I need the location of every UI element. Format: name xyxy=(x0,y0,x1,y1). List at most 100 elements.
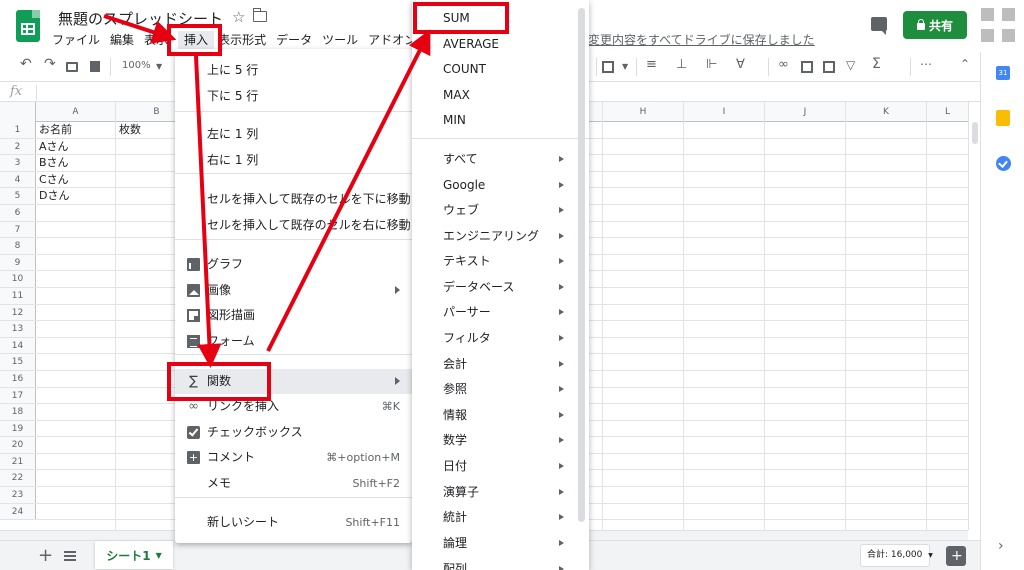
vertical-scroll-thumb[interactable] xyxy=(972,122,978,144)
function-menu-item[interactable]: フィルタ xyxy=(412,326,589,351)
function-menu-item[interactable]: Google xyxy=(412,173,589,198)
explore-button[interactable] xyxy=(946,546,966,566)
comment-history-icon[interactable] xyxy=(871,17,887,35)
undo-icon[interactable]: ↶ xyxy=(20,56,32,72)
expand-panel-chevron-right-icon[interactable]: › xyxy=(998,538,1004,554)
functions-sigma-icon[interactable]: Σ xyxy=(872,56,881,72)
vertical-align-icon[interactable]: ⊥ xyxy=(676,57,687,72)
add-sheet-icon[interactable]: + xyxy=(38,545,53,566)
menu-data[interactable]: データ xyxy=(276,31,312,49)
menu-view[interactable]: 表示 xyxy=(144,31,168,49)
cell-a1[interactable]: お名前 xyxy=(36,122,72,138)
function-menu-item[interactable]: COUNT xyxy=(412,57,589,82)
row-header[interactable]: 10 xyxy=(0,271,36,287)
share-button[interactable]: 共有 xyxy=(903,11,967,39)
column-header[interactable]: J xyxy=(765,102,846,122)
menu-edit[interactable]: 編集 xyxy=(110,31,134,49)
row-header[interactable]: 18 xyxy=(0,404,36,420)
column-header[interactable]: I xyxy=(684,102,765,122)
text-wrap-icon[interactable]: ⊩ xyxy=(706,57,717,72)
calendar-icon[interactable]: 31 xyxy=(996,66,1010,80)
function-menu-item[interactable]: 会計 xyxy=(412,352,589,377)
function-menu-item[interactable]: MIN xyxy=(412,108,589,133)
menu-tools[interactable]: ツール xyxy=(322,31,358,49)
save-status-link[interactable]: 変更内容をすべてドライブに保存しました xyxy=(588,31,815,48)
tasks-icon[interactable] xyxy=(996,156,1011,171)
row-header[interactable]: 9 xyxy=(0,254,36,271)
cell-b1[interactable]: 枚数 xyxy=(116,122,141,138)
redo-icon[interactable]: ↷ xyxy=(44,56,56,72)
paint-format-icon[interactable] xyxy=(90,61,100,72)
function-menu-item[interactable]: データベース xyxy=(412,275,589,300)
vertical-scrollbar[interactable] xyxy=(968,102,980,530)
row-header[interactable]: 17 xyxy=(0,387,36,404)
cell-a2[interactable]: Aさん xyxy=(36,139,69,155)
insert-menu-item[interactable]: 図形描画 xyxy=(175,303,412,328)
row-header[interactable]: 21 xyxy=(0,453,36,470)
column-header[interactable]: H xyxy=(603,102,684,122)
comment-toolbar-icon[interactable] xyxy=(801,61,813,73)
row-header[interactable]: 22 xyxy=(0,470,36,487)
insert-menu-item[interactable]: セルを挿入して既存のセルを下に移動 xyxy=(175,187,412,212)
row-header[interactable]: 13 xyxy=(0,321,36,337)
function-menu-item[interactable]: 論理 xyxy=(412,531,589,556)
insert-menu-item[interactable]: フォーム xyxy=(175,329,412,354)
row-header[interactable]: 8 xyxy=(0,238,36,254)
row-header[interactable]: 16 xyxy=(0,370,36,387)
column-header[interactable]: L xyxy=(927,102,968,122)
function-menu-item[interactable]: 日付 xyxy=(412,454,589,479)
insert-menu-item[interactable]: グラフ xyxy=(175,252,412,277)
select-all-corner[interactable] xyxy=(0,102,36,122)
insert-menu-item[interactable]: チェックボックス xyxy=(175,420,412,445)
row-header[interactable]: 4 xyxy=(0,171,36,188)
insert-menu-item[interactable]: 画像 xyxy=(175,278,412,303)
link-toolbar-icon[interactable]: ∞ xyxy=(778,57,789,72)
row-header[interactable]: 19 xyxy=(0,420,36,437)
more-options-icon[interactable]: ⋯ xyxy=(920,57,932,71)
zoom-chevron-down-icon[interactable]: ▼ xyxy=(156,62,162,71)
cell-a3[interactable]: Bさん xyxy=(36,155,69,171)
cell-a5[interactable]: Dさん xyxy=(36,188,69,204)
insert-menu-item[interactable]: 右に 1 列 xyxy=(175,148,412,173)
row-header[interactable]: 24 xyxy=(0,503,36,520)
insert-menu-item[interactable]: 新しいシート Shift+F11 xyxy=(175,510,412,535)
submenu-scrollbar[interactable] xyxy=(578,8,585,522)
row-header[interactable]: 7 xyxy=(0,221,36,238)
sheets-logo-icon[interactable] xyxy=(16,10,40,42)
insert-menu-item[interactable]: 左に 1 列 xyxy=(175,122,412,147)
row-header[interactable]: 3 xyxy=(0,155,36,171)
star-icon[interactable]: ☆ xyxy=(232,8,245,26)
move-folder-icon[interactable] xyxy=(253,8,267,22)
row-header[interactable]: 20 xyxy=(0,437,36,453)
function-menu-item[interactable]: 演算子 xyxy=(412,480,589,505)
function-menu-item[interactable]: 参照 xyxy=(412,377,589,402)
function-menu-item[interactable]: 配列 xyxy=(412,557,589,570)
insert-menu-item[interactable]: 上に 5 行 xyxy=(175,58,412,83)
row-header[interactable]: 1 xyxy=(0,122,36,138)
menu-file[interactable]: ファイル xyxy=(52,31,100,49)
sheet-tab[interactable]: シート1 ▼ xyxy=(95,541,173,569)
function-menu-item[interactable]: 数学 xyxy=(412,428,589,453)
insert-menu-item[interactable]: メモ Shift+F2 xyxy=(175,471,412,496)
sum-display[interactable]: 合計: 16,000 ▼ xyxy=(860,544,933,567)
column-header[interactable]: A xyxy=(36,102,116,122)
collapse-chevron-up-icon[interactable]: ⌃ xyxy=(960,57,970,71)
all-sheets-icon[interactable] xyxy=(64,551,76,561)
function-menu-item[interactable]: MAX xyxy=(412,83,589,108)
row-header[interactable]: 11 xyxy=(0,287,36,304)
chart-toolbar-icon[interactable] xyxy=(823,61,835,73)
function-menu-item[interactable]: パーサー xyxy=(412,300,589,325)
menu-addons[interactable]: アドオン xyxy=(368,31,416,49)
row-header[interactable]: 2 xyxy=(0,138,36,155)
function-menu-item[interactable]: すべて xyxy=(412,147,589,172)
text-rotation-icon[interactable]: ∀ xyxy=(736,57,745,72)
function-menu-item[interactable]: 情報 xyxy=(412,403,589,428)
insert-menu-item[interactable]: セルを挿入して既存のセルを右に移動 xyxy=(175,213,412,238)
function-menu-item[interactable]: AVERAGE xyxy=(412,32,589,57)
row-header[interactable]: 14 xyxy=(0,337,36,354)
insert-menu-item[interactable]: + コメント ⌘+option+M xyxy=(175,445,412,470)
row-header[interactable]: 15 xyxy=(0,354,36,370)
horizontal-align-icon[interactable]: ≡ xyxy=(646,57,657,72)
function-menu-item[interactable]: ウェブ xyxy=(412,198,589,223)
menu-format[interactable]: 表示形式 xyxy=(218,31,266,49)
